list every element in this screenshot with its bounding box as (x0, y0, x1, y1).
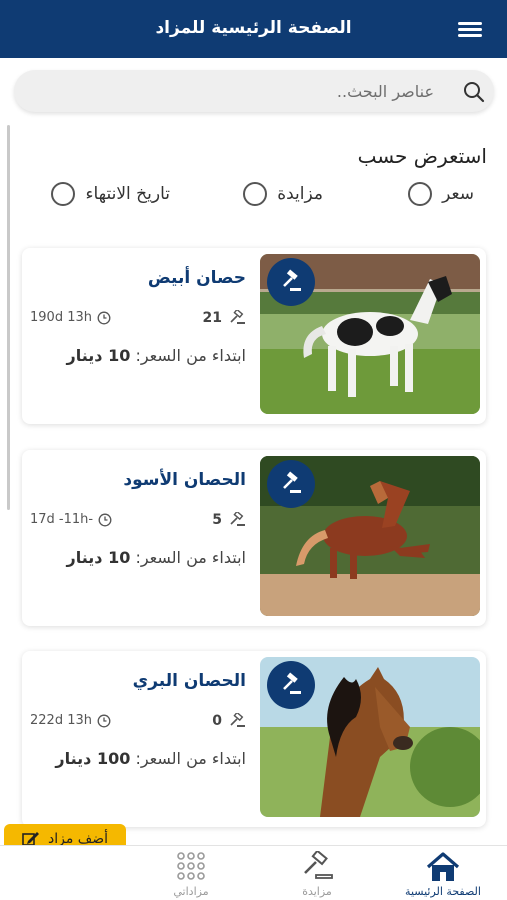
hamburger-menu-icon[interactable] (458, 21, 482, 39)
home-icon (426, 852, 460, 881)
bottom-navigation: الصفحة الرئيسية مزايدة مزاداتي (0, 845, 507, 900)
nav-label: مزاداتي (173, 885, 209, 898)
clock-icon (98, 513, 112, 526)
price-label: ابتداء من السعر: (135, 749, 246, 768)
search-icon[interactable] (462, 80, 486, 104)
auction-title: الحصان الأسود (123, 470, 246, 490)
gavel-icon (267, 661, 315, 709)
sort-option-bidding[interactable]: مزايدة (243, 180, 323, 208)
sort-section-title: استعرض حسب (357, 144, 487, 168)
auction-card[interactable]: الحصان الأسود 5 17d -11h- ابتداء من السع… (22, 450, 486, 626)
nav-item-my-auctions[interactable]: مزاداتي (136, 846, 246, 900)
nav-item-bidding[interactable]: مزايدة (262, 846, 372, 900)
starting-price: ابتداء من السعر: 10 دينار (67, 346, 246, 365)
time-remaining: 17d -11h- (30, 512, 112, 527)
bid-count-value: 5 (212, 512, 222, 528)
price-label: ابتداء من السعر: (135, 346, 246, 365)
search-bar[interactable] (14, 70, 494, 112)
price-value: 10 دينار (66, 346, 131, 365)
time-remaining: 190d 13h (30, 310, 111, 325)
gavel-icon (230, 310, 245, 324)
radio-button[interactable] (243, 182, 268, 206)
bid-count: 21 (203, 310, 246, 326)
auction-card[interactable]: الحصان البري 0 222d 13h ابتداء من السعر:… (22, 651, 486, 827)
search-input[interactable] (34, 70, 434, 112)
sort-option-price[interactable]: سعر (408, 180, 474, 208)
bid-count: 0 (212, 713, 246, 729)
price-label: ابتداء من السعر: (135, 548, 246, 567)
time-remaining-value: 190d 13h (30, 310, 92, 325)
bid-count: 5 (212, 512, 246, 528)
nav-item-home[interactable]: الصفحة الرئيسية (388, 846, 498, 900)
gavel-icon (230, 713, 245, 727)
sort-options: سعر مزايدة تاريخ الانتهاء (18, 180, 478, 208)
gavel-icon (267, 460, 315, 508)
price-value: 10 دينار (66, 548, 131, 567)
gavel-icon (267, 258, 315, 306)
time-remaining-value: 17d -11h- (30, 512, 94, 527)
app-screen: الصفحة الرئيسية للمزاد استعرض حسب سعر مز… (0, 0, 507, 900)
clock-icon (97, 714, 111, 727)
grid-icon (177, 852, 205, 880)
nav-label: مزايدة (302, 885, 332, 898)
price-value: 100 دينار (55, 749, 131, 768)
sort-option-label: مزايدة (277, 184, 323, 204)
sort-option-label: تاريخ الانتهاء (85, 184, 170, 204)
bid-count-value: 21 (202, 310, 222, 326)
auction-title: الحصان البري (132, 671, 246, 691)
gavel-icon (230, 512, 245, 526)
time-remaining-value: 222d 13h (30, 713, 92, 728)
scroll-indicator[interactable] (7, 125, 10, 510)
top-app-bar: الصفحة الرئيسية للمزاد (0, 0, 507, 58)
page-title: الصفحة الرئيسية للمزاد (155, 18, 352, 38)
bid-count-value: 0 (212, 713, 222, 729)
nav-label: الصفحة الرئيسية (405, 885, 481, 898)
starting-price: ابتداء من السعر: 100 دينار (55, 749, 246, 768)
starting-price: ابتداء من السعر: 10 دينار (67, 548, 246, 567)
gavel-icon (304, 851, 333, 879)
auction-title: حصان أبيض (147, 268, 246, 288)
radio-button[interactable] (408, 182, 433, 206)
time-remaining: 222d 13h (30, 713, 111, 728)
radio-button[interactable] (51, 182, 76, 206)
sort-option-end-date[interactable]: تاريخ الانتهاء (51, 180, 170, 208)
auction-card[interactable]: حصان أبيض 21 190d 13h ابتداء من السعر: 1… (22, 248, 486, 424)
clock-icon (97, 311, 111, 324)
sort-option-label: سعر (442, 184, 474, 204)
